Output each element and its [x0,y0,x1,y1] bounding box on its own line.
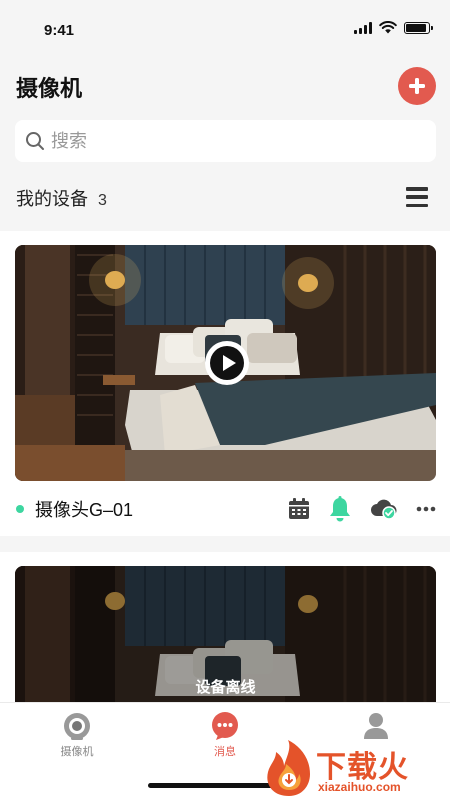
cloud-storage-icon[interactable] [370,495,398,523]
plus-icon [409,78,425,94]
camera-preview-image[interactable] [15,245,436,481]
device-offline-label: 设备离线 [195,679,256,696]
device-name[interactable]: 摄像头G–01 [35,496,133,522]
devices-count: 3 [98,192,107,209]
page-title: 摄像机 [16,76,83,101]
flame-logo-icon [267,740,310,796]
wifi-icon [379,21,397,34]
device-info-row: 摄像头G–01 [15,495,436,523]
play-icon [210,346,244,380]
search-icon [26,132,44,150]
camera-icon [62,711,92,741]
devices-section-title: 我的设备 [16,189,88,209]
play-button[interactable] [205,341,249,385]
profile-icon [361,711,391,741]
battery-icon [404,21,433,34]
bell-icon[interactable] [328,495,352,523]
watermark-domain: xiazaihuo.com [318,780,401,794]
message-icon [210,711,240,741]
tab-messages[interactable]: 消息 [175,711,275,759]
cellular-signal-icon [354,21,372,34]
camera-preview-image[interactable]: 设备离线 [15,566,436,702]
tab-messages-label: 消息 [214,746,236,758]
search-bar[interactable] [15,120,436,162]
calendar-icon[interactable] [288,495,310,523]
device-card: 摄像头G–01 [0,231,450,536]
tab-camera[interactable]: 摄像机 [27,711,127,759]
tab-profile[interactable] [326,711,426,741]
list-menu-icon[interactable] [406,187,428,207]
search-input[interactable] [51,130,391,152]
add-device-button[interactable] [398,67,436,105]
devices-section-header: 我的设备 3 [16,185,107,211]
tab-camera-label: 摄像机 [60,746,94,758]
status-icons [354,21,433,34]
device-card: 设备离线 [0,552,450,702]
device-actions [288,495,436,523]
status-bar: 9:41 [0,0,450,60]
status-time: 9:41 [44,22,75,39]
watermark: 下载火 xiazaihuo.com [262,738,450,800]
more-options-icon[interactable] [416,495,436,523]
online-status-dot [16,505,24,513]
